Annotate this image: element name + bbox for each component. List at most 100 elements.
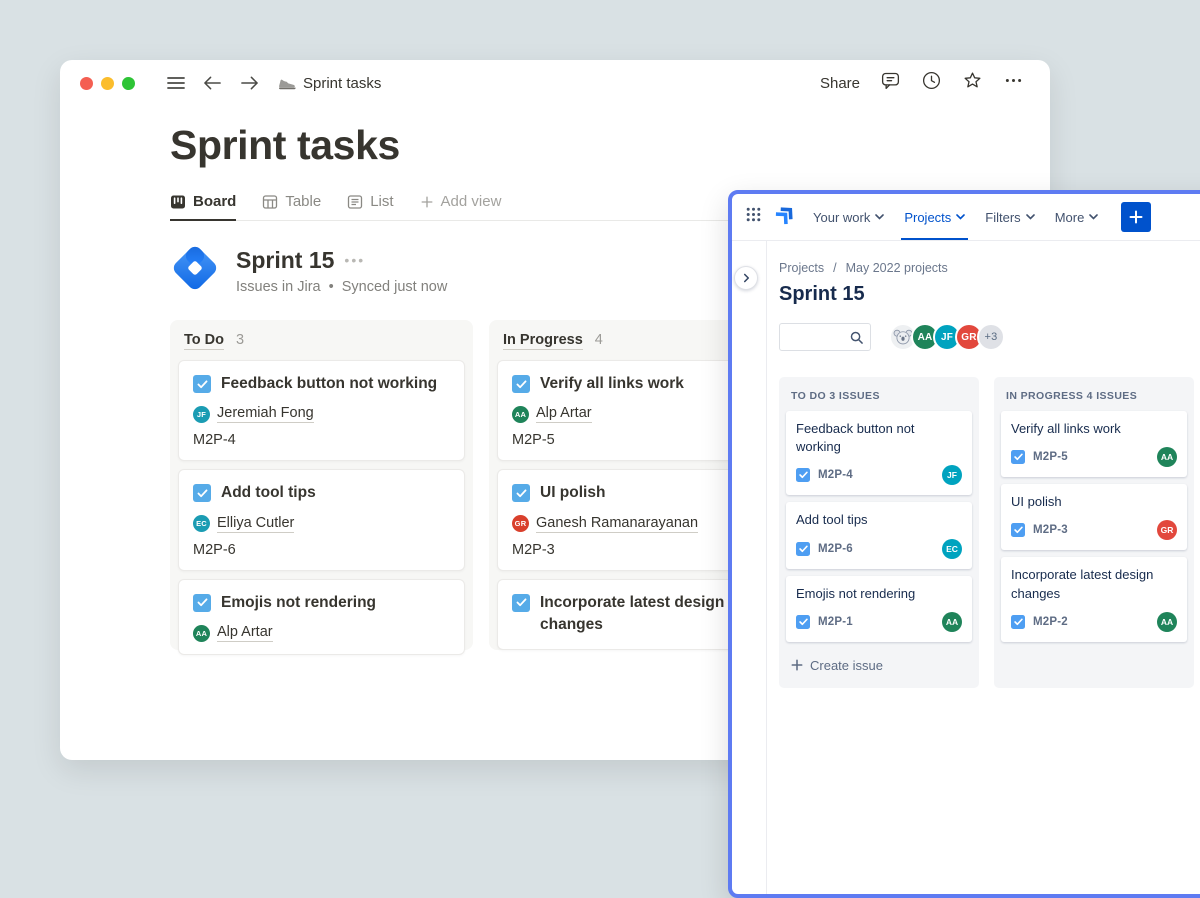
- card-issue-id: M2P-3: [1033, 524, 1068, 536]
- jira-logo-icon[interactable]: [775, 204, 796, 230]
- assignee-avatar[interactable]: JF: [942, 465, 962, 485]
- column-header: TO DO 3 ISSUES: [779, 377, 979, 411]
- nav-projects[interactable]: Projects: [901, 194, 968, 240]
- assignee-avatar: EC: [193, 515, 210, 532]
- task-checkbox-icon: [796, 542, 810, 556]
- notion-card[interactable]: Add tool tips EC Elliya Cutler M2P-6: [178, 469, 465, 570]
- assignee-name[interactable]: Elliya Cutler: [217, 515, 294, 533]
- checkbox-icon[interactable]: [193, 375, 211, 393]
- card-title: Add tool tips: [796, 511, 962, 529]
- card-issue-id: M2P-6: [818, 543, 853, 555]
- checkbox-icon[interactable]: [193, 484, 211, 502]
- window-controls: [80, 77, 135, 90]
- create-issue-button[interactable]: Create issue: [779, 649, 979, 684]
- task-checkbox-icon: [1011, 450, 1025, 464]
- notion-card[interactable]: Feedback button not working JF Jeremiah …: [178, 360, 465, 461]
- nav-more[interactable]: More: [1052, 194, 1102, 240]
- jira-column-in-progress: IN PROGRESS 4 ISSUES Verify all links wo…: [994, 377, 1194, 688]
- jira-card[interactable]: Verify all links work M2P-5 AA: [1001, 411, 1187, 477]
- assignee-name[interactable]: Jeremiah Fong: [217, 405, 314, 423]
- database-subtitle: Issues in Jira • Synced just now: [236, 279, 447, 295]
- titlebar-page-title: Sprint tasks: [303, 75, 381, 92]
- card-title: UI polish: [540, 482, 605, 504]
- close-button[interactable]: [80, 77, 93, 90]
- checkbox-icon[interactable]: [512, 594, 530, 612]
- assignee-avatar[interactable]: AA: [942, 612, 962, 632]
- board-column-todo: To Do 3 Feedback button not working JF J…: [170, 320, 473, 650]
- assignee-name[interactable]: Ganesh Ramanarayanan: [536, 515, 698, 533]
- nav-your-work[interactable]: Your work: [810, 194, 887, 240]
- checkbox-icon[interactable]: [512, 484, 530, 502]
- minimize-button[interactable]: [101, 77, 114, 90]
- tab-list[interactable]: List: [347, 193, 393, 221]
- jira-board: TO DO 3 ISSUES Feedback button not worki…: [779, 377, 1200, 688]
- task-checkbox-icon: [796, 615, 810, 629]
- breadcrumb-projects[interactable]: Projects: [779, 261, 824, 275]
- assignee-avatar: GR: [512, 515, 529, 532]
- jira-card[interactable]: UI polish M2P-3 GR: [1001, 484, 1187, 550]
- sneaker-page-icon: [277, 73, 297, 93]
- add-view-button[interactable]: Add view: [420, 193, 502, 221]
- share-button[interactable]: Share: [820, 75, 860, 92]
- sync-status: Synced just now: [342, 279, 448, 295]
- people-bar: AA JF GR +3: [889, 323, 1005, 351]
- card-title: Feedback button not working: [221, 373, 437, 395]
- breadcrumb: Projects / May 2022 projects: [779, 261, 1200, 275]
- card-title: UI polish: [1011, 493, 1177, 511]
- card-title: Feedback button not working: [796, 420, 962, 456]
- card-issue-id: M2P-4: [818, 469, 853, 481]
- more-options-icon[interactable]: [1003, 70, 1024, 96]
- back-arrow-icon[interactable]: [203, 75, 222, 91]
- tab-board[interactable]: Board: [170, 193, 236, 221]
- jira-diamond-icon: [170, 243, 220, 298]
- column-header: IN PROGRESS 4 ISSUES: [994, 377, 1194, 411]
- jira-column-todo: TO DO 3 ISSUES Feedback button not worki…: [779, 377, 979, 688]
- subtitle-separator: •: [329, 279, 334, 295]
- assignee-avatar[interactable]: AA: [1157, 612, 1177, 632]
- card-title: Incorporate latest design changes: [1011, 566, 1177, 602]
- app-switcher-icon[interactable]: [746, 207, 761, 227]
- notion-card[interactable]: Emojis not rendering AA Alp Artar: [178, 579, 465, 655]
- assignee-name[interactable]: Alp Artar: [536, 405, 592, 423]
- assignee-avatar[interactable]: EC: [942, 539, 962, 559]
- card-title: Verify all links work: [1011, 420, 1177, 438]
- checkbox-icon[interactable]: [512, 375, 530, 393]
- database-options-icon[interactable]: •••: [344, 252, 365, 268]
- jira-page-title: Sprint 15: [779, 283, 1200, 306]
- column-name[interactable]: To Do: [184, 332, 224, 350]
- expand-sidebar-button[interactable]: [734, 266, 758, 290]
- column-count: 3: [236, 332, 244, 348]
- card-title: Emojis not rendering: [796, 585, 962, 603]
- breadcrumb-board[interactable]: May 2022 projects: [846, 261, 948, 275]
- updates-clock-icon[interactable]: [921, 70, 942, 96]
- comments-icon[interactable]: [880, 70, 901, 96]
- task-checkbox-icon: [1011, 615, 1025, 629]
- assignee-name[interactable]: Alp Artar: [217, 624, 273, 642]
- jira-sidebar-rail: [732, 241, 767, 895]
- checkbox-icon[interactable]: [193, 594, 211, 612]
- column-name[interactable]: In Progress: [503, 332, 583, 350]
- nav-filters[interactable]: Filters: [982, 194, 1037, 240]
- jira-card[interactable]: Incorporate latest design changes M2P-2 …: [1001, 557, 1187, 641]
- forward-arrow-icon[interactable]: [240, 75, 259, 91]
- create-button[interactable]: [1121, 202, 1151, 232]
- jira-card[interactable]: Feedback button not working M2P-4 JF: [786, 411, 972, 495]
- favorite-star-icon[interactable]: [962, 70, 983, 96]
- assignee-avatar: AA: [193, 625, 210, 642]
- assignee-avatar[interactable]: GR: [1157, 520, 1177, 540]
- database-title[interactable]: Sprint 15: [236, 247, 334, 274]
- tab-table[interactable]: Table: [262, 193, 321, 221]
- card-title: Verify all links work: [540, 373, 684, 395]
- jira-card[interactable]: Emojis not rendering M2P-1 AA: [786, 576, 972, 642]
- card-title: Add tool tips: [221, 482, 316, 504]
- jira-window: Your work Projects Filters More Projects: [728, 190, 1200, 898]
- jira-card[interactable]: Add tool tips M2P-6 EC: [786, 502, 972, 568]
- sidebar-menu-icon[interactable]: [167, 76, 185, 90]
- card-issue-id: M2P-1: [818, 616, 853, 628]
- assignee-avatar[interactable]: AA: [1157, 447, 1177, 467]
- assignee-avatar: AA: [512, 406, 529, 423]
- avatar-overflow-count[interactable]: +3: [977, 323, 1005, 351]
- board-search-input[interactable]: [779, 323, 871, 351]
- zoom-button[interactable]: [122, 77, 135, 90]
- card-issue-id: M2P-5: [1033, 451, 1068, 463]
